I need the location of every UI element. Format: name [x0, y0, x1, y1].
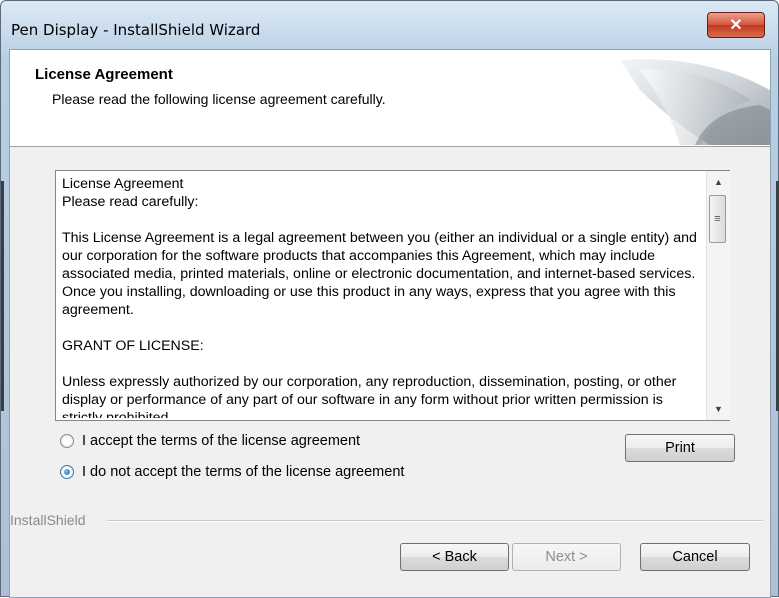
scroll-down-arrow-icon[interactable]: ▼	[707, 398, 730, 420]
wizard-header: License Agreement Please read the follow…	[10, 50, 770, 147]
cancel-button[interactable]: Cancel	[640, 543, 750, 571]
window-title: Pen Display - InstallShield Wizard	[11, 21, 261, 39]
installshield-banner-graphic	[620, 59, 770, 145]
decline-label[interactable]: I do not accept the terms of the license…	[82, 464, 404, 480]
license-text: License Agreement Please read carefully:…	[62, 175, 704, 418]
page-subtitle: Please read the following license agreem…	[52, 91, 386, 107]
accept-option[interactable]: I accept the terms of the license agreem…	[60, 433, 360, 449]
page-title: License Agreement	[35, 66, 173, 83]
close-icon: ✕	[729, 17, 743, 34]
wizard-client-area: License Agreement Please read the follow…	[9, 49, 771, 598]
license-line: License Agreement	[62, 176, 184, 192]
license-line: Please read carefully:	[62, 194, 199, 210]
scroll-up-arrow-icon[interactable]: ▲	[707, 171, 730, 193]
close-button[interactable]: ✕	[707, 12, 765, 38]
installer-window: Pen Display - InstallShield Wizard ✕ Lic…	[0, 0, 779, 598]
license-paragraph: Unless expressly authorized by our corpo…	[62, 374, 677, 418]
grip-icon: ≡	[714, 213, 721, 225]
accept-radio[interactable]	[60, 434, 74, 448]
license-paragraph: This License Agreement is a legal agreem…	[62, 230, 697, 318]
license-heading: GRANT OF LICENSE:	[62, 338, 204, 354]
scroll-thumb[interactable]: ≡	[709, 195, 726, 243]
license-scrollbar[interactable]: ▲ ≡ ▼	[706, 171, 730, 420]
installshield-brand-label: InstallShield	[10, 512, 86, 528]
accept-label[interactable]: I accept the terms of the license agreem…	[82, 433, 360, 449]
decline-option[interactable]: I do not accept the terms of the license…	[60, 464, 404, 480]
title-bar[interactable]: Pen Display - InstallShield Wizard ✕	[1, 1, 778, 49]
next-button[interactable]: Next >	[512, 543, 621, 571]
print-button[interactable]: Print	[625, 434, 735, 462]
back-button[interactable]: < Back	[400, 543, 509, 571]
footer-divider	[107, 520, 763, 522]
window-edge-left	[1, 181, 4, 411]
license-text-box[interactable]: License Agreement Please read carefully:…	[55, 170, 730, 421]
decline-radio[interactable]	[60, 465, 74, 479]
